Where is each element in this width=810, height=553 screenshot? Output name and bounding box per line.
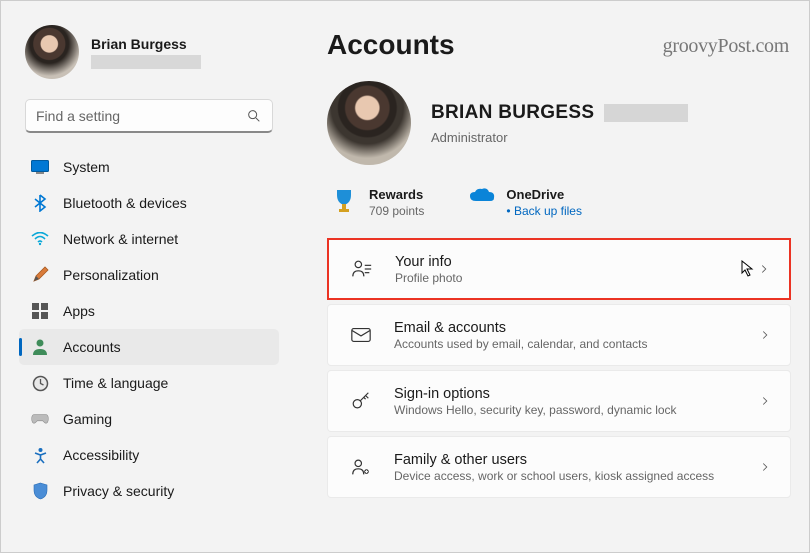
tile-rewards[interactable]: Rewards 709 points xyxy=(331,187,424,218)
row-email-accounts[interactable]: Email & accounts Accounts used by email,… xyxy=(327,304,791,366)
nav-item-accessibility[interactable]: Accessibility xyxy=(19,437,279,473)
nav-label: Accessibility xyxy=(63,447,139,463)
row-family-users[interactable]: Family & other users Device access, work… xyxy=(327,436,791,498)
rewards-icon xyxy=(331,187,357,213)
nav-label: System xyxy=(63,159,110,175)
nav-label: Personalization xyxy=(63,267,159,283)
nav-label: Privacy & security xyxy=(63,483,174,499)
row-title: Email & accounts xyxy=(394,320,758,336)
row-sub: Windows Hello, security key, password, d… xyxy=(394,403,758,417)
avatar xyxy=(25,25,79,79)
nav-label: Apps xyxy=(63,303,95,319)
tile-sub: 709 points xyxy=(369,204,424,218)
nav-item-personalization[interactable]: Personalization xyxy=(19,257,279,293)
tile-title: OneDrive xyxy=(506,187,582,202)
gamepad-icon xyxy=(31,410,49,428)
person-icon xyxy=(31,338,49,356)
row-title: Family & other users xyxy=(394,452,758,468)
profile-email-redacted xyxy=(91,55,201,69)
shield-icon xyxy=(31,482,49,500)
email-icon xyxy=(350,324,372,346)
row-sub: Profile photo xyxy=(395,271,809,285)
chevron-right-icon xyxy=(758,328,772,342)
row-signin-options[interactable]: Sign-in options Windows Hello, security … xyxy=(327,370,791,432)
nav-item-time[interactable]: Time & language xyxy=(19,365,279,401)
row-your-info[interactable]: Your info Profile photo xyxy=(327,238,791,300)
bluetooth-icon xyxy=(31,194,49,212)
onedrive-icon xyxy=(468,187,494,213)
nav-item-accounts[interactable]: Accounts xyxy=(19,329,279,365)
nav-item-apps[interactable]: Apps xyxy=(19,293,279,329)
nav-label: Time & language xyxy=(63,375,168,391)
nav-item-network[interactable]: Network & internet xyxy=(19,221,279,257)
hero-role: Administrator xyxy=(431,130,688,145)
nav-label: Bluetooth & devices xyxy=(63,195,187,211)
nav-item-gaming[interactable]: Gaming xyxy=(19,401,279,437)
display-icon xyxy=(31,158,49,176)
chevron-right-icon xyxy=(758,460,772,474)
row-sub: Device access, work or school users, kio… xyxy=(394,469,758,483)
sidebar-profile[interactable]: Brian Burgess xyxy=(19,19,279,93)
account-hero: BRIAN BURGESS Administrator xyxy=(327,81,791,165)
key-icon xyxy=(350,390,372,412)
tile-title: Rewards xyxy=(369,187,424,202)
your-info-icon xyxy=(351,258,373,280)
family-icon xyxy=(350,456,372,478)
search-icon xyxy=(246,108,262,124)
nav-label: Gaming xyxy=(63,411,112,427)
profile-name: Brian Burgess xyxy=(91,36,201,52)
nav-item-privacy[interactable]: Privacy & security xyxy=(19,473,279,509)
row-sub: Accounts used by email, calendar, and co… xyxy=(394,337,758,351)
hero-name: BRIAN BURGESS xyxy=(431,102,594,124)
clock-icon xyxy=(31,374,49,392)
nav-label: Network & internet xyxy=(63,231,178,247)
search-box[interactable] xyxy=(25,99,273,133)
hero-email-redacted xyxy=(604,104,688,122)
watermark: groovyPost.com xyxy=(663,35,789,58)
accessibility-icon xyxy=(31,446,49,464)
nav-item-bluetooth[interactable]: Bluetooth & devices xyxy=(19,185,279,221)
chevron-right-icon xyxy=(757,262,771,276)
nav-list: System Bluetooth & devices Network & int… xyxy=(19,149,279,509)
chevron-right-icon xyxy=(758,394,772,408)
row-title: Sign-in options xyxy=(394,386,758,402)
avatar-large xyxy=(327,81,411,165)
tile-sub-link[interactable]: Back up files xyxy=(506,204,582,218)
paintbrush-icon xyxy=(31,266,49,284)
nav-item-system[interactable]: System xyxy=(19,149,279,185)
wifi-icon xyxy=(31,230,49,248)
apps-icon xyxy=(31,302,49,320)
nav-label: Accounts xyxy=(63,339,121,355)
row-title: Your info xyxy=(395,254,809,270)
tile-onedrive[interactable]: OneDrive Back up files xyxy=(468,187,582,218)
search-input[interactable] xyxy=(36,108,246,124)
